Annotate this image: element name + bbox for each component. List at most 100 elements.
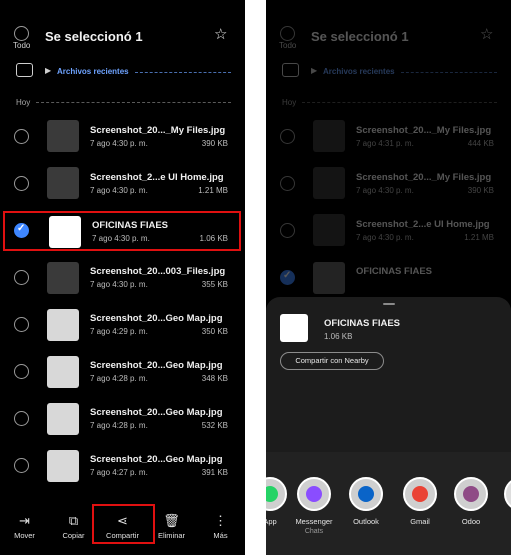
sheet-drag-handle[interactable] [383,303,395,305]
file-size: 1.21 MB [198,186,228,195]
document-icon [313,262,345,294]
copy-label: Copiar [62,531,85,540]
row-checkbox [280,176,295,191]
app-icon [504,477,511,511]
breadcrumb-recent-files: Archivos recientes [323,67,395,76]
select-all-label: Todo [13,41,31,50]
file-size: 390 KB [201,139,228,148]
selection-title: Se seleccionó 1 [45,29,143,44]
row-checkbox[interactable] [14,270,29,285]
breadcrumb-recent-files[interactable]: Archivos recientes [57,67,129,76]
right-screen: Todo Se seleccionó 1 ☆ ▶ Archivos recien… [266,0,511,555]
file-date: 7 ago 4:28 p. m. [90,374,148,383]
row-checkbox[interactable] [14,317,29,332]
star-icon: ☆ [480,26,494,43]
app-label: Odoo [461,517,481,526]
move-icon: ⇥ [19,513,30,528]
app-label: Gmail [410,517,430,526]
section-divider [302,102,497,103]
gmail-icon [403,477,437,511]
file-name: Screenshot_20...Geo Map.jpg [90,454,223,465]
file-thumbnail [313,120,345,152]
selection-title: Se seleccionó 1 [311,29,409,44]
more-vert-icon: ⋮ [214,513,227,528]
copy-icon: ⧉ [68,513,79,528]
row-checkbox[interactable] [14,364,29,379]
file-size: 532 KB [201,421,228,430]
file-thumbnail [313,214,345,246]
file-thumbnail [47,403,79,435]
app-sublabel: Chats [304,528,324,535]
row-checkbox-checked [280,270,295,285]
row-checkbox [280,223,295,238]
file-date: 7 ago 4:30 p. m. [90,186,148,195]
section-today: Hoy [16,98,31,107]
star-icon[interactable]: ☆ [214,27,227,42]
file-size: 390 KB [467,186,494,195]
file-name: Screenshot_2...e UI Home.jpg [90,172,224,183]
section-divider [36,102,231,103]
panel-divider [245,0,266,555]
file-date: 7 ago 4:30 p. m. [356,186,414,195]
highlight-box [3,211,241,251]
app-label: Outlook [353,517,379,526]
file-date: 7 ago 4:31 p. m. [356,139,414,148]
file-date: 7 ago 4:28 p. m. [90,421,148,430]
file-size: 391 KB [201,468,228,477]
file-name: Screenshot_20...003_Files.jpg [90,266,226,277]
share-file-size: 1.06 KB [324,332,353,341]
row-checkbox[interactable] [14,176,29,191]
more-button[interactable]: ⋮ Más [196,505,245,555]
document-icon [280,314,308,342]
outlook-icon [349,477,383,511]
file-name: Screenshot_20..._My Files.jpg [90,125,226,136]
select-all-label: Todo [279,41,297,50]
left-screen: Todo Se seleccionó 1 ☆ ▶ Archivos recien… [0,0,245,555]
select-all-checkbox [280,26,295,41]
file-thumbnail [47,309,79,341]
row-checkbox[interactable] [14,458,29,473]
file-size: 1.21 MB [464,233,494,242]
file-name: OFICINAS FIAES [356,266,433,277]
file-date: 7 ago 4:27 p. m. [90,468,148,477]
highlight-box [92,504,155,544]
whatsapp-icon [266,477,287,511]
nearby-share-button[interactable]: Compartir con Nearby [280,352,384,370]
file-date: 7 ago 4:30 p. m. [90,280,148,289]
more-label: Más [213,531,228,540]
odoo-icon [454,477,488,511]
share-sheet: OFICINAS FIAES 1.06 KB Compartir con Nea… [266,297,511,555]
file-name: Screenshot_20...Geo Map.jpg [90,313,223,324]
file-size: 355 KB [201,280,228,289]
copy-button[interactable]: ⧉ Copiar [49,505,98,555]
file-date: 7 ago 4:30 p. m. [356,233,414,242]
share-file-name: OFICINAS FIAES [324,318,401,329]
row-checkbox[interactable] [14,129,29,144]
file-name: Screenshot_20...Geo Map.jpg [90,360,223,371]
home-folder-icon [282,63,299,77]
messenger-icon [297,477,331,511]
section-today: Hoy [282,98,297,107]
chevron-right-icon: ▶ [45,66,52,75]
move-button[interactable]: ⇥ Mover [0,505,49,555]
file-name: Screenshot_20..._My Files.jpg [356,172,492,183]
file-size: 348 KB [201,374,228,383]
select-all-checkbox[interactable] [14,26,29,41]
file-size: 350 KB [201,327,228,336]
file-name: Screenshot_2...e UI Home.jpg [356,219,490,230]
row-checkbox[interactable] [14,411,29,426]
file-name: Screenshot_20..._My Files.jpg [356,125,492,136]
chevron-right-icon: ▶ [311,66,318,75]
file-date: 7 ago 4:29 p. m. [90,327,148,336]
row-checkbox [280,129,295,144]
app-label: Messenger [295,517,333,526]
home-folder-icon[interactable] [16,63,33,77]
file-thumbnail [47,450,79,482]
file-thumbnail [47,120,79,152]
file-size: 444 KB [467,139,494,148]
file-thumbnail [47,167,79,199]
file-thumbnail [47,356,79,388]
move-label: Mover [14,531,35,540]
share-apps-row: App Messenger Chats Outlook Gmail Odoo [266,452,511,555]
breadcrumb-divider [135,72,231,73]
